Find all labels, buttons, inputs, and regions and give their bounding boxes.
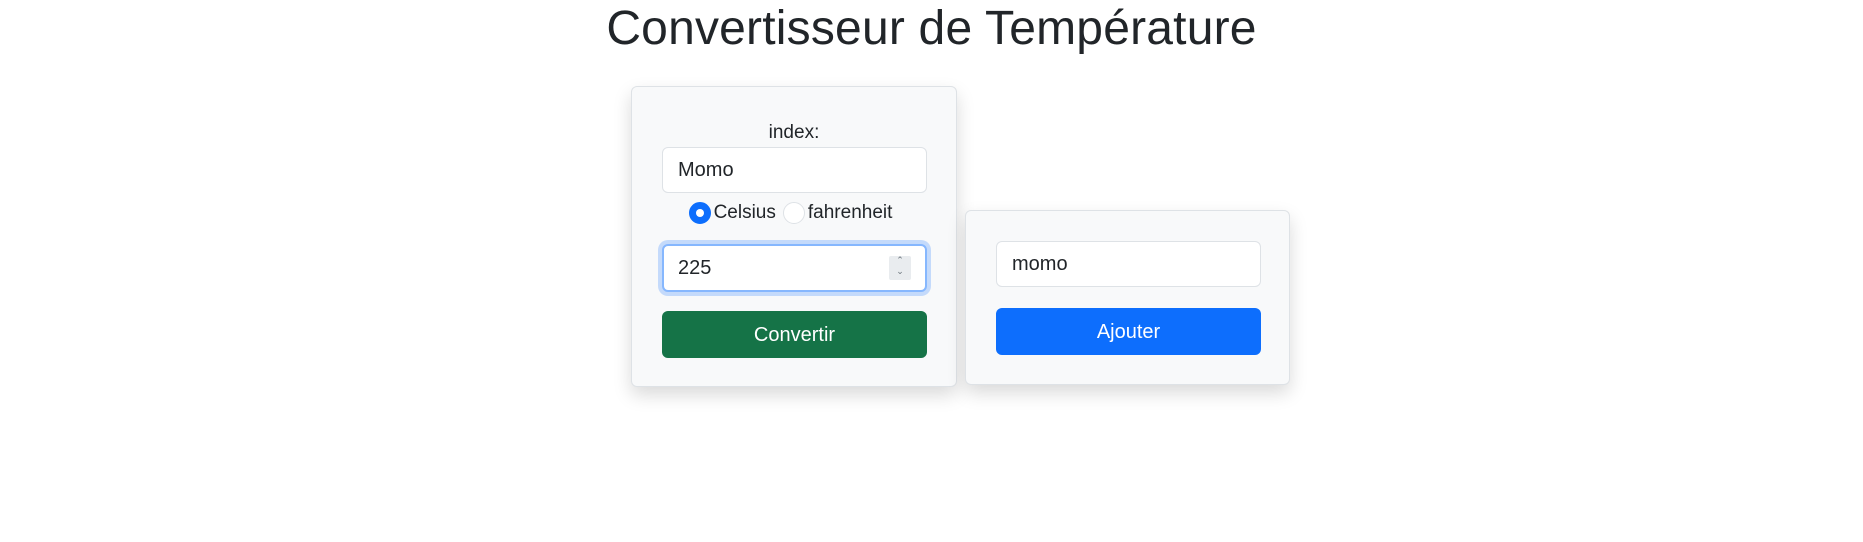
add-button[interactable]: Ajouter xyxy=(996,308,1261,355)
temperature-input[interactable]: 225 ⌃ ⌄ xyxy=(662,244,927,292)
converter-card: index: Celsius fahrenheit 225 ⌃ ⌄ Conver… xyxy=(631,86,957,387)
page: Convertisseur de Température index: Cels… xyxy=(0,0,1863,542)
celsius-radio-label[interactable]: Celsius xyxy=(714,201,776,225)
temperature-value[interactable]: 225 xyxy=(678,246,711,290)
fahrenheit-radio-label[interactable]: fahrenheit xyxy=(808,201,893,225)
page-title: Convertisseur de Température xyxy=(606,2,1257,55)
fahrenheit-radio[interactable] xyxy=(782,202,805,224)
index-input[interactable] xyxy=(662,147,927,193)
chevron-down-icon[interactable]: ⌄ xyxy=(889,267,911,278)
number-spinner[interactable]: ⌃ ⌄ xyxy=(889,256,911,280)
unit-radio-group: Celsius fahrenheit xyxy=(632,198,956,228)
chevron-up-icon[interactable]: ⌃ xyxy=(889,256,911,267)
convert-button[interactable]: Convertir xyxy=(662,311,927,358)
add-card: Ajouter xyxy=(965,210,1290,385)
index-label: index: xyxy=(768,122,820,143)
celsius-radio[interactable] xyxy=(688,202,711,224)
name-input[interactable] xyxy=(996,241,1261,287)
